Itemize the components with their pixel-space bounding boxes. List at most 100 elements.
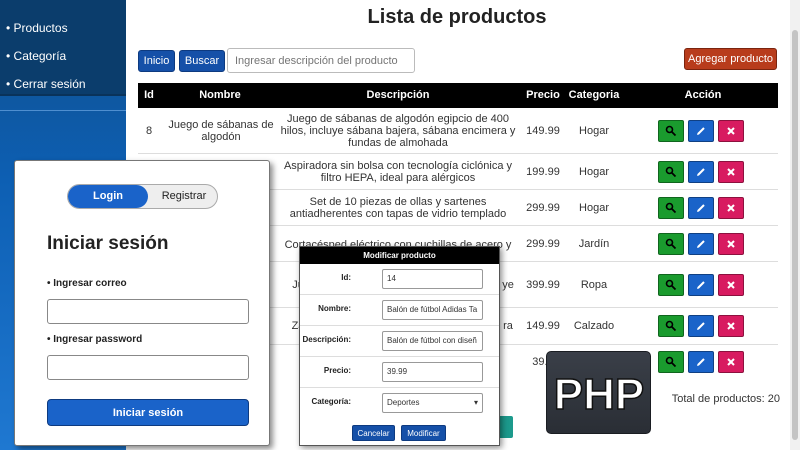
edit-button[interactable] [688,119,714,142]
login-submit-button[interactable]: Iniciar sesión [47,399,249,426]
pencil-icon [697,358,705,366]
close-icon [727,280,735,289]
cell-descripcion: Aspiradora sin bolsa con tecnología cicl… [283,159,513,184]
total-products: Total de productos: 20 [671,393,780,405]
edit-button[interactable] [688,273,714,296]
nombre-input[interactable]: Balón de fútbol Adidas Ta [382,300,483,320]
categoria-select[interactable]: Deportes ▾ [382,393,483,413]
cell-precio: 199.99 [526,165,560,178]
password-field[interactable] [47,355,249,380]
magnifier-icon [665,238,677,249]
delete-button[interactable] [718,119,744,142]
sidebar-divider [0,110,126,111]
pencil-icon [697,126,705,135]
column-header-id: Id [144,89,154,101]
view-button[interactable] [658,196,684,219]
pencil-icon [697,322,705,330]
view-button[interactable] [658,232,684,255]
cell-id: 8 [145,124,153,137]
close-icon [727,239,735,248]
search-input[interactable] [227,48,415,73]
cell-categoria: Jardín [578,237,610,250]
delete-button[interactable] [718,160,744,183]
delete-button[interactable] [718,273,744,296]
cell-categoria: Calzado [573,320,615,332]
tab-registrar[interactable]: Registrar [150,185,218,208]
cell-nombre: Juego de sábanas de algodón [168,118,274,143]
delete-button[interactable] [718,351,744,373]
column-header-nombre: Nombre [199,89,241,101]
edit-button[interactable] [688,160,714,183]
buscar-button[interactable]: Buscar [179,50,225,72]
email-field[interactable] [47,299,249,324]
sidebar-item-categoria[interactable]: • Categoría [0,42,126,70]
modify-button[interactable]: Modificar [401,425,446,441]
descripcion-input[interactable]: Balón de fútbol con diseñ [382,331,483,351]
cell-categoria: Hogar [579,165,609,178]
pencil-icon [697,203,705,212]
inicio-button[interactable]: Inicio [138,50,175,72]
cell-descripcion: Set de 10 piezas de ollas y sartenes ant… [289,195,507,220]
cell-categoria: Ropa [580,278,608,291]
scrollbar-thumb[interactable] [792,30,798,440]
delete-button[interactable] [718,196,744,219]
close-icon [727,167,735,176]
email-label: • Ingresar correo [47,278,127,289]
table-header: Id Nombre Descripción Precio Categoria A… [138,83,778,108]
modal-field-descripcion: Descripción: Balón de fútbol con diseñ [300,326,499,357]
pencil-icon [697,280,705,289]
sidebar-item-productos[interactable]: • Productos [0,14,126,42]
cancel-button[interactable]: Cancelar [352,425,395,441]
chevron-down-icon: ▾ [473,398,478,407]
precio-input[interactable]: 39.99 [382,362,483,382]
row-actions [658,232,748,255]
php-logo-text: PHP [553,370,643,419]
pencil-icon [697,239,705,248]
cell-descripcion: ye [502,278,514,291]
close-icon [727,358,735,366]
magnifier-icon [665,202,677,213]
cell-categoria: Hogar [579,124,609,137]
sidebar-item-cerrar-sesion[interactable]: • Cerrar sesión [0,70,126,98]
close-icon [727,203,735,212]
cell-precio: 299.99 [526,237,560,250]
row-actions [658,315,748,337]
modal-field-nombre: Nombre: Balón de fútbol Adidas Ta [300,295,499,326]
magnifier-icon [665,320,677,332]
row-actions [658,351,748,373]
delete-button[interactable] [718,315,744,337]
view-button[interactable] [658,351,684,373]
tab-login[interactable]: Login [68,185,148,208]
cell-precio: 149.99 [526,124,560,137]
cell-descripcion: ra [503,320,513,332]
view-button[interactable] [658,315,684,337]
row-actions [658,119,748,142]
edit-button[interactable] [688,351,714,373]
cell-precio: 399.99 [526,278,560,291]
modal-title: Modificar producto [300,247,499,264]
edit-button[interactable] [688,196,714,219]
field-label: Descripción: [302,335,351,344]
view-button[interactable] [658,160,684,183]
login-title: Iniciar sesión [47,233,169,254]
column-header-categoria: Categoria [568,89,620,101]
row-actions [658,196,748,219]
view-button[interactable] [658,119,684,142]
id-input[interactable]: 14 [382,269,483,289]
pencil-icon [697,167,705,176]
field-label: Id: [341,273,351,282]
pagination-button[interactable] [498,416,513,438]
view-button[interactable] [658,273,684,296]
cell-descripcion: Juego de sábanas de algodón egipcio de 4… [280,112,516,149]
add-product-button[interactable]: Agregar producto [684,48,777,70]
field-label: Nombre: [318,304,351,313]
edit-button[interactable] [688,315,714,337]
modal-field-id: Id: 14 [300,264,499,295]
column-header-accion: Acción [684,89,722,101]
delete-button[interactable] [718,232,744,255]
edit-product-modal: Modificar producto Id: 14 Nombre: Balón … [299,246,500,446]
php-logo-mark: PHP [553,369,645,420]
page-title: Lista de productos [367,6,547,28]
edit-button[interactable] [688,232,714,255]
auth-toggle: Login Registrar [67,184,218,209]
